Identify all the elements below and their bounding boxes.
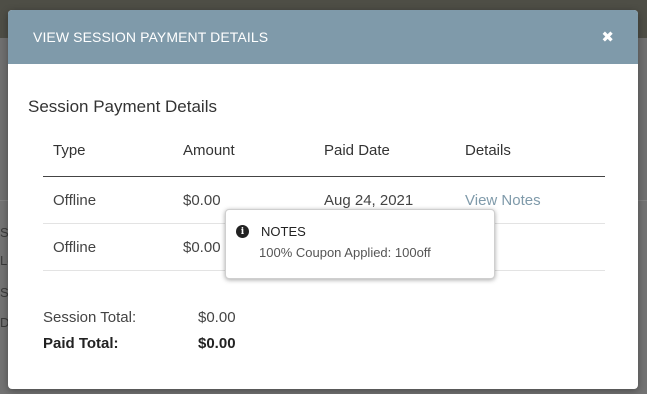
close-icon[interactable]: ✖ [601,30,614,45]
view-notes-link[interactable]: View Notes [465,192,541,209]
session-total-row: Session Total: $0.00 [43,304,236,330]
totals-section: Session Total: $0.00 Paid Total: $0.00 [43,304,236,356]
column-header-amount: Amount [183,142,235,159]
cell-amount: $0.00 [183,191,221,209]
tooltip-title: NOTES [261,224,306,239]
modal-header: VIEW SESSION PAYMENT DETAILS ✖ [8,10,638,64]
paid-total-value: $0.00 [198,334,236,352]
cell-paid-date: Aug 24, 2021 [324,191,414,209]
table-header: Type Amount Paid Date Details [43,138,605,177]
info-icon: i [236,225,249,238]
column-header-paid-date: Paid Date [324,142,390,159]
cell-type: Offline [53,238,97,256]
session-total-label: Session Total: [43,308,137,326]
session-total-value: $0.00 [198,308,236,326]
paid-total-label: Paid Total: [43,334,119,352]
paid-total-row: Paid Total: $0.00 [43,330,236,356]
tooltip-header: i NOTES [236,224,484,239]
tooltip-body: 100% Coupon Applied: 100off [259,245,431,260]
session-payment-modal: VIEW SESSION PAYMENT DETAILS ✖ Session P… [8,10,638,389]
column-header-type: Type [53,142,86,159]
modal-title: VIEW SESSION PAYMENT DETAILS [33,29,269,45]
notes-tooltip: i NOTES 100% Coupon Applied: 100off [225,209,495,279]
column-header-details: Details [465,142,511,159]
cell-type: Offline [53,191,97,209]
section-title: Session Payment Details [28,97,217,116]
